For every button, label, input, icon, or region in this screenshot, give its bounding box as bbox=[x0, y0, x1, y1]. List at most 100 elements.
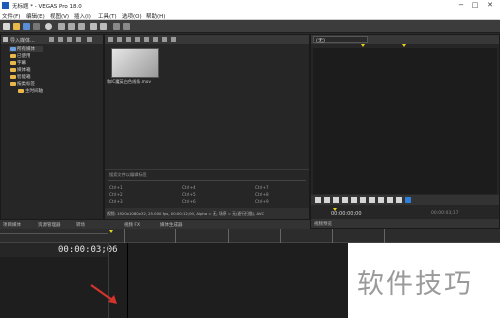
import-media-label[interactable]: 导入媒体... bbox=[10, 37, 35, 44]
properties-icon[interactable] bbox=[76, 37, 81, 42]
back-icon[interactable] bbox=[108, 37, 113, 42]
title-bar: 无标题 * - VEGAS Pro 18.0 − □ ✕ bbox=[0, 0, 500, 11]
tree-item-media-bins[interactable]: 媒体箱 bbox=[9, 67, 43, 73]
tree-item-main-timeline[interactable]: 主时间轴 bbox=[17, 88, 51, 94]
docked-tabs: 项目媒体 资源管理器 转场 视频 FX 媒体生成器 bbox=[0, 220, 310, 229]
next-frame-icon[interactable] bbox=[396, 197, 402, 203]
divider bbox=[108, 180, 306, 181]
close-button[interactable]: ✕ bbox=[485, 1, 495, 10]
grid-view-icon[interactable] bbox=[153, 37, 158, 42]
tab-project-media[interactable]: 项目媒体 bbox=[3, 222, 21, 228]
tree-item-used[interactable]: 已使用 bbox=[9, 53, 43, 59]
pause-icon[interactable] bbox=[351, 197, 357, 203]
tag-shortcut-6[interactable]: Ctrl+6 bbox=[182, 199, 196, 204]
tab-transitions[interactable]: 转场 bbox=[76, 222, 85, 228]
tab-explorer[interactable]: 资源管理器 bbox=[38, 222, 61, 228]
preview-end-timecode: 00:00:03;17 bbox=[431, 211, 459, 216]
menu-options[interactable]: 选项(O) bbox=[122, 12, 142, 20]
minimize-button[interactable]: − bbox=[456, 1, 466, 10]
undo-icon[interactable] bbox=[90, 23, 97, 30]
sync-cursor-icon[interactable] bbox=[405, 197, 411, 203]
record-icon[interactable] bbox=[315, 197, 321, 203]
cursor-tool-icon[interactable] bbox=[113, 23, 120, 30]
project-media-toolbar: 导入媒体... bbox=[1, 35, 103, 44]
envelope-tool-icon[interactable] bbox=[123, 23, 130, 30]
loop-start-marker-icon[interactable] bbox=[361, 44, 365, 47]
playhead-line[interactable] bbox=[127, 243, 128, 318]
divider bbox=[105, 169, 309, 170]
tree-item-label: 智能箱 bbox=[17, 75, 31, 80]
tab-video-preview[interactable]: 视频预览 bbox=[314, 221, 332, 227]
preview-target-dropdown[interactable]: (无) bbox=[313, 36, 368, 44]
cut-icon[interactable] bbox=[58, 23, 65, 30]
tree-item-tags[interactable]: 按类标签 bbox=[9, 81, 43, 87]
tag-shortcut-4[interactable]: Ctrl+4 bbox=[182, 185, 196, 190]
ruler-tick bbox=[332, 229, 333, 243]
tag-shortcut-7[interactable]: Ctrl+7 bbox=[255, 185, 269, 190]
gear-icon[interactable] bbox=[45, 23, 52, 30]
window-title: 无标题 * - VEGAS Pro 18.0 bbox=[12, 4, 82, 10]
views-icon[interactable] bbox=[87, 37, 92, 42]
folder-icon bbox=[10, 47, 16, 51]
list-view-icon[interactable] bbox=[162, 37, 167, 42]
open-folder-icon[interactable] bbox=[13, 23, 20, 30]
tree-item-all-media[interactable]: 所有媒体 bbox=[9, 46, 43, 52]
menu-bar: 文件(F) 编辑(E) 视图(V) 插入(I) 工具(T) 选项(O) 帮助(H… bbox=[0, 11, 500, 20]
tag-shortcut-3[interactable]: Ctrl+3 bbox=[109, 199, 123, 204]
tree-item-smart-bins[interactable]: 智能箱 bbox=[9, 74, 43, 80]
loop-end-marker-icon[interactable] bbox=[402, 44, 406, 47]
go-to-start-icon[interactable] bbox=[369, 197, 375, 203]
folder-icon bbox=[10, 75, 16, 79]
stop-icon[interactable] bbox=[360, 197, 366, 203]
forward-icon[interactable] bbox=[117, 37, 122, 42]
tag-shortcut-8[interactable]: Ctrl+8 bbox=[255, 192, 269, 197]
preview-target-value: (无) bbox=[316, 38, 325, 44]
tree-item-subtitles[interactable]: 字幕 bbox=[9, 60, 43, 66]
tag-shortcut-9[interactable]: Ctrl+9 bbox=[255, 199, 269, 204]
tab-video-fx[interactable]: 视频 FX bbox=[124, 222, 140, 228]
maximize-button[interactable]: □ bbox=[470, 1, 480, 10]
get-media-icon[interactable] bbox=[58, 37, 63, 42]
copy-icon[interactable] bbox=[68, 23, 75, 30]
loop-icon[interactable] bbox=[144, 37, 149, 42]
play-from-start-icon[interactable] bbox=[333, 197, 339, 203]
tree-item-label: 所有媒体 bbox=[17, 47, 35, 52]
redo-icon[interactable] bbox=[100, 23, 107, 30]
tag-shortcut-1[interactable]: Ctrl+1 bbox=[109, 185, 123, 190]
capture-icon[interactable] bbox=[49, 37, 54, 42]
remove-icon[interactable] bbox=[67, 37, 72, 42]
menu-view[interactable]: 视图(V) bbox=[50, 12, 69, 20]
save-icon[interactable] bbox=[23, 23, 30, 30]
media-info-bar: 视频: 1920x1080x32, 25.000 fps, 00:00:12;0… bbox=[105, 208, 309, 219]
menu-insert[interactable]: 插入(I) bbox=[74, 12, 91, 20]
tree-item-label: 按类标签 bbox=[17, 82, 35, 87]
menu-tools[interactable]: 工具(T) bbox=[98, 12, 117, 20]
prev-frame-icon[interactable] bbox=[387, 197, 393, 203]
clip-thumbnail[interactable] bbox=[111, 48, 159, 78]
menu-edit[interactable]: 编辑(E) bbox=[26, 12, 45, 20]
stop-icon[interactable] bbox=[135, 37, 140, 42]
new-project-icon[interactable] bbox=[3, 23, 10, 30]
tab-media-generators[interactable]: 媒体生成器 bbox=[160, 222, 183, 228]
render-icon[interactable] bbox=[33, 23, 40, 30]
timeline-cursor-marker-icon[interactable] bbox=[109, 230, 113, 233]
paste-icon[interactable] bbox=[78, 23, 85, 30]
play-icon[interactable] bbox=[126, 37, 131, 42]
tag-search-hint[interactable]: 搜索文件以编辑标签 bbox=[109, 172, 147, 178]
ruler-tick bbox=[280, 229, 281, 243]
plus-icon[interactable] bbox=[171, 37, 176, 42]
loop-playback-icon[interactable] bbox=[324, 197, 330, 203]
preview-toolbar: (无) bbox=[311, 35, 499, 44]
menu-help[interactable]: 帮助(H) bbox=[146, 12, 165, 20]
import-media-icon[interactable] bbox=[3, 37, 8, 42]
folder-icon bbox=[10, 54, 16, 58]
menu-file[interactable]: 文件(F) bbox=[2, 12, 20, 20]
play-icon[interactable] bbox=[342, 197, 348, 203]
media-info-text: 视频: 1920x1080x32, 25.000 fps, 00:00:12;0… bbox=[107, 211, 265, 216]
tag-shortcut-2[interactable]: Ctrl+2 bbox=[109, 192, 123, 197]
tag-shortcut-5[interactable]: Ctrl+5 bbox=[182, 192, 196, 197]
watermark-text: 软件技巧 bbox=[357, 269, 473, 300]
ruler-tick bbox=[175, 229, 176, 243]
preview-screen bbox=[313, 48, 497, 194]
go-to-end-icon[interactable] bbox=[378, 197, 384, 203]
